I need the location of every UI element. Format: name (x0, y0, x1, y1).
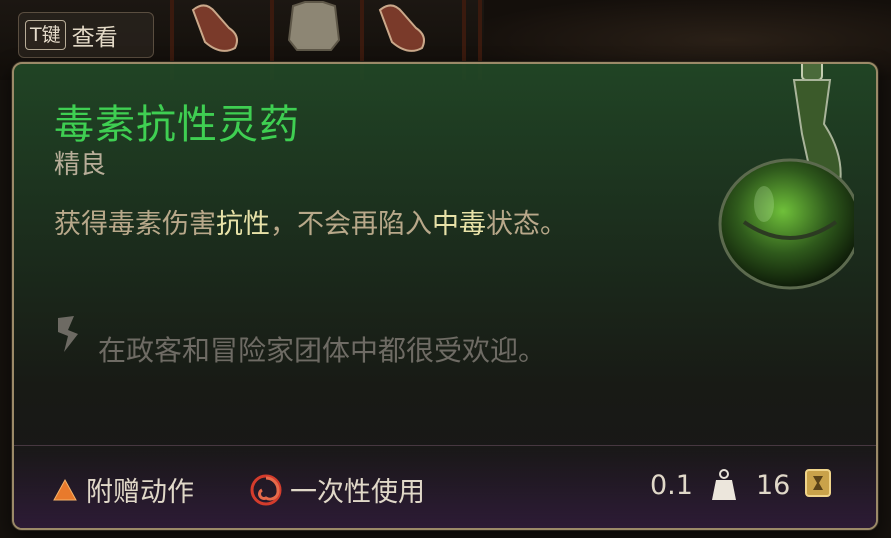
item-description: 获得毒素伤害抗性，不会再陷入中毒状态。 (54, 200, 614, 250)
item-tooltip: 毒素抗性灵药 精良 获得毒素伤害抗性，不会再陷入中毒状态。 在政客和冒险家团体中… (12, 62, 878, 530)
tooltip-footer: 附赠动作 一次性使用 0.1 16 (14, 445, 876, 528)
item-rarity: 精良 (54, 150, 107, 180)
description-text: 状态。 (486, 209, 567, 240)
key-t-icon: T键 (25, 20, 66, 50)
gold-coin-icon (805, 469, 831, 497)
price-value: 16 (756, 470, 791, 501)
single-use: 一次性使用 (250, 470, 425, 509)
description-keyword[interactable]: 抗性 (216, 209, 270, 240)
inspect-hint[interactable]: T键 查看 (18, 12, 154, 58)
description-text: 获得毒素伤害 (54, 209, 216, 240)
potion-bottle-icon (718, 64, 854, 290)
flavor-text: 在政客和冒险家团体中都很受欢迎。 (98, 334, 547, 367)
item-name: 毒素抗性灵药 (54, 102, 300, 148)
boots-icon[interactable] (185, 0, 247, 70)
inspect-label: 查看 (71, 25, 118, 51)
bonus-action: 附赠动作 (52, 470, 194, 509)
triangle-icon (53, 478, 77, 500)
description-text: ，不会再陷入 (270, 209, 432, 240)
bonus-action-label: 附赠动作 (86, 477, 194, 508)
description-keyword[interactable]: 中毒 (432, 209, 486, 240)
quill-icon (58, 316, 78, 352)
armor-icon[interactable] (283, 0, 345, 70)
weight-icon (712, 469, 736, 500)
boots-icon[interactable] (372, 0, 434, 70)
swirl-icon (250, 474, 282, 505)
weight-value: 0.1 (650, 470, 693, 501)
single-use-label: 一次性使用 (290, 477, 425, 508)
